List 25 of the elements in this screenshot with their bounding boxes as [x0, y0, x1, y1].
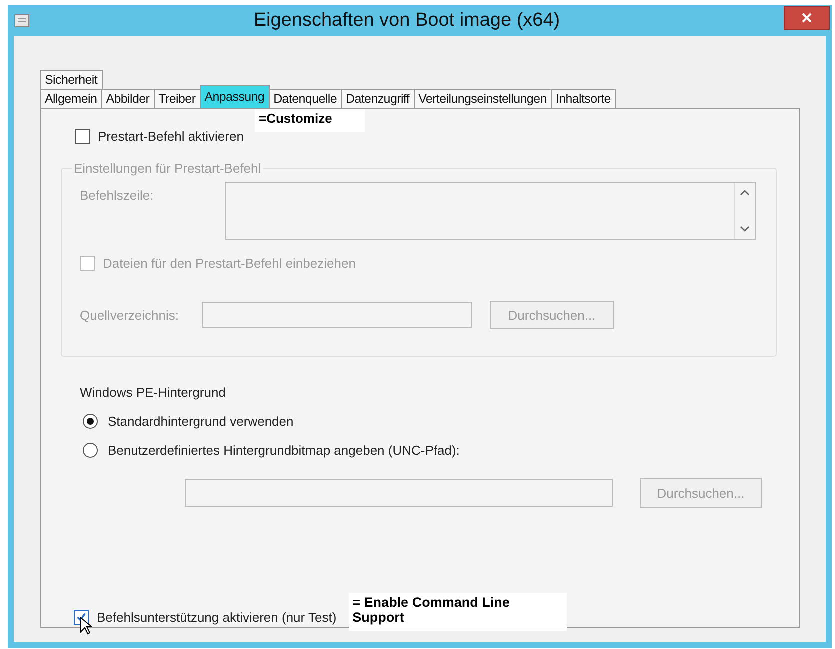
window-icon [14, 12, 30, 28]
section-heading: Windows PE-Hintergrund [80, 385, 227, 400]
radio-label: Standardhintergrund verwenden [108, 414, 294, 429]
tab[interactable]: Anpassung [200, 85, 270, 108]
annotation-label: = Enable Command Line Support [348, 593, 567, 631]
tab[interactable]: Treiber [154, 89, 201, 108]
group-title: Einstellungen für Prestart-Befehl [73, 161, 262, 176]
tab[interactable]: Abbilder [101, 89, 155, 108]
checkbox-label: Dateien für den Prestart-Befehl einbeziehen [103, 256, 356, 271]
tab[interactable]: Sicherheit [40, 70, 103, 89]
tab[interactable]: Datenzugriff [340, 89, 415, 108]
tab[interactable]: Inhaltsorte [550, 89, 616, 108]
tab[interactable]: Verteilungseinstellungen [414, 89, 552, 108]
radio-label: Benutzerdefiniertes Hintergrundbitmap angeben (UNC-Pfad): [108, 443, 460, 458]
close-button[interactable] [784, 6, 830, 30]
tab[interactable]: Allgemein [40, 89, 102, 108]
checkbox[interactable] [75, 129, 90, 144]
field-label: Quellverzeichnis: [80, 308, 180, 322]
checkbox-label: Prestart-Befehl aktivieren [98, 129, 244, 144]
close-icon [802, 12, 812, 22]
annotation-label: =Customize [255, 109, 365, 132]
window-title: Eigenschaften von Boot image (x64) [252, 10, 562, 32]
tab[interactable]: Datenquelle [268, 89, 342, 108]
checkbox-label: Befehlsunterstützung aktivieren (nur Test) [97, 610, 337, 624]
field-label: Befehlszeile: [80, 187, 155, 205]
